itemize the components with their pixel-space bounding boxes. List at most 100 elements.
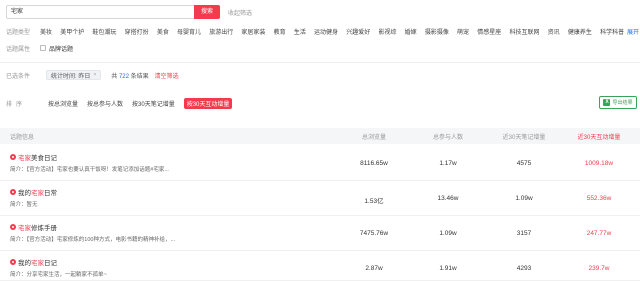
topic-intro: 简介：暂无 bbox=[10, 200, 38, 208]
count-prefix: 共 bbox=[111, 73, 118, 80]
title-rest: 修炼手册 bbox=[31, 225, 57, 232]
close-icon[interactable]: × bbox=[93, 72, 96, 78]
header-participants[interactable]: 总参与人数 bbox=[428, 132, 468, 141]
participants-cell: 1.17w bbox=[439, 160, 457, 167]
category-item[interactable]: 健康养生 bbox=[568, 27, 592, 36]
selected-label: 已选条件 bbox=[6, 73, 31, 80]
category-item[interactable]: 母婴育儿 bbox=[177, 27, 201, 36]
views-cell: 2.87w bbox=[365, 265, 383, 272]
category-item[interactable]: 旅游出行 bbox=[209, 27, 233, 36]
search-button[interactable]: 搜索 bbox=[194, 5, 220, 19]
category-item[interactable]: 兴趣爱好 bbox=[346, 27, 370, 36]
title-prefix: 我的 bbox=[18, 190, 31, 197]
topic-attr-label: 话题属性 bbox=[6, 46, 31, 53]
category-item[interactable]: 影视综 bbox=[378, 27, 396, 36]
topic-intro: 简介：分享宅家生活，一起躺家不孤单~ bbox=[10, 270, 107, 278]
category-item[interactable]: 美妆 bbox=[40, 27, 52, 36]
category-item[interactable]: 情感星座 bbox=[477, 27, 501, 36]
expand-categories-link[interactable]: 展开 bbox=[627, 27, 639, 36]
title-rest: 美食日记 bbox=[31, 155, 57, 162]
table-row[interactable]: 我的 宅家 日常 简介：暂无 1.53亿 13.46w 1.09w 552.36w bbox=[0, 181, 640, 216]
category-item[interactable]: 婚嫁 bbox=[405, 27, 417, 36]
category-item[interactable]: 教育 bbox=[274, 27, 286, 36]
topic-intro: 简介：【官方活动】宅家修炼的100种方式，电影书籍的精神补给，... bbox=[10, 235, 175, 243]
intro-prefix: 简介： bbox=[10, 167, 27, 173]
clear-filters-link[interactable]: 清空筛选 bbox=[155, 71, 179, 80]
sort-row: 排序 按总浏览量 按总参与人数 按30天笔记增量 按30天互动增量 bbox=[6, 97, 241, 109]
category-item[interactable]: 生活 bbox=[294, 27, 306, 36]
header-topic-info: 话题信息 bbox=[10, 134, 35, 141]
stat-time-tag[interactable]: 统计时间: 昨日 × bbox=[46, 70, 102, 80]
intro-text: 【官方活动】宅家也要认真干饭呀！发笔记添加话题#宅家... bbox=[26, 167, 169, 173]
brand-topic-label[interactable]: 品牌话题 bbox=[49, 44, 73, 53]
notes-30d-cell: 4293 bbox=[516, 265, 532, 272]
category-item[interactable]: 家居家装 bbox=[241, 27, 265, 36]
sort-by-notes-30d[interactable]: 按30天笔记增量 bbox=[132, 99, 175, 108]
table-header: 话题信息 总浏览量 总参与人数 近30天笔记增量 近30天互动增量 bbox=[0, 128, 640, 144]
category-item[interactable]: 科学科普 bbox=[600, 27, 624, 36]
category-item[interactable]: 美甲个护 bbox=[60, 27, 84, 36]
notes-30d-cell: 1.09w bbox=[515, 195, 533, 202]
topic-title[interactable]: 宅家 修炼手册 bbox=[10, 222, 57, 232]
topic-icon bbox=[10, 224, 16, 230]
intro-text: 暂无 bbox=[26, 202, 38, 208]
title-keyword: 宅家 bbox=[31, 190, 44, 197]
collapse-filter-link[interactable]: 收起筛选 bbox=[228, 8, 252, 17]
header-notes-30d[interactable]: 近30天笔记增量 bbox=[499, 132, 549, 141]
category-item[interactable]: 美食 bbox=[157, 27, 169, 36]
topic-title[interactable]: 宅家 美食日记 bbox=[10, 152, 57, 162]
category-item[interactable]: 摄影摄像 bbox=[425, 27, 449, 36]
participants-cell: 1.91w bbox=[439, 265, 457, 272]
interact-30d-cell: 247.77w bbox=[586, 230, 612, 237]
title-keyword: 宅家 bbox=[31, 260, 44, 267]
category-item[interactable]: 资讯 bbox=[548, 27, 560, 36]
topic-title[interactable]: 我的 宅家 日记 bbox=[10, 257, 57, 267]
table-row[interactable]: 宅家 修炼手册 简介：【官方活动】宅家修炼的100种方式，电影书籍的精神补给，..… bbox=[0, 216, 640, 251]
intro-text: 分享宅家生活，一起躺家不孤单~ bbox=[26, 272, 107, 278]
excel-icon: X bbox=[603, 99, 611, 106]
sort-by-interact-30d[interactable]: 按30天互动增量 bbox=[183, 97, 233, 109]
stat-time-tag-label: 统计时间: 昨日 bbox=[51, 73, 91, 80]
topic-intro: 简介：【官方活动】宅家也要认真干饭呀！发笔记添加话题#宅家... bbox=[10, 165, 169, 173]
title-keyword: 宅家 bbox=[18, 225, 31, 232]
notes-30d-cell: 4575 bbox=[516, 160, 532, 167]
category-item[interactable]: 科技互联网 bbox=[509, 27, 539, 36]
export-results-button[interactable]: X 导出结果 bbox=[599, 96, 637, 109]
category-item[interactable]: 萌宠 bbox=[457, 27, 469, 36]
notes-30d-cell: 3157 bbox=[516, 230, 532, 237]
count-suffix: 条结果 bbox=[130, 73, 149, 80]
selected-conditions-row: 已选条件 统计时间: 昨日 × 共 722 条结果 清空筛选 bbox=[6, 69, 179, 81]
divider bbox=[0, 62, 640, 63]
sort-by-participants[interactable]: 按总参与人数 bbox=[87, 99, 123, 108]
sort-by-views[interactable]: 按总浏览量 bbox=[48, 99, 78, 108]
category-item[interactable]: 穿搭打扮 bbox=[125, 27, 149, 36]
topic-icon bbox=[10, 189, 16, 195]
table-row[interactable]: 我的 宅家 日记 简介：分享宅家生活，一起躺家不孤单~ 2.87w 1.91w 42… bbox=[0, 251, 640, 281]
result-count: 共 722 条结果 bbox=[111, 71, 148, 80]
views-cell: 7475.76w bbox=[359, 230, 389, 237]
intro-prefix: 简介： bbox=[10, 237, 27, 243]
title-rest: 日记 bbox=[44, 260, 57, 267]
table-row[interactable]: 宅家 美食日记 简介：【官方活动】宅家也要认真干饭呀！发笔记添加话题#宅家... … bbox=[0, 146, 640, 181]
title-rest: 日常 bbox=[44, 190, 57, 197]
topic-title[interactable]: 我的 宅家 日常 bbox=[10, 187, 57, 197]
header-interact-30d[interactable]: 近30天互动增量 bbox=[570, 132, 628, 141]
count-value: 722 bbox=[118, 73, 129, 80]
brand-topic-checkbox[interactable] bbox=[40, 45, 46, 51]
views-cell: 8116.65w bbox=[360, 160, 388, 167]
interact-30d-cell: 1009.18w bbox=[584, 160, 614, 167]
topic-type-row: 话题类型 美妆 美甲个护 鞋包潮玩 穿搭打扮 美食 母婴育儿 旅游出行 家居家装… bbox=[6, 26, 640, 36]
interact-30d-cell: 239.7w bbox=[588, 265, 610, 272]
header-views[interactable]: 总浏览量 bbox=[354, 132, 394, 141]
topic-attr-row: 话题属性 品牌话题 bbox=[6, 43, 73, 53]
export-label: 导出结果 bbox=[612, 100, 633, 106]
views-cell: 1.53亿 bbox=[364, 198, 384, 205]
intro-prefix: 简介： bbox=[10, 202, 27, 208]
category-item[interactable]: 运动健身 bbox=[314, 27, 338, 36]
topic-icon bbox=[10, 154, 16, 160]
search-input[interactable]: 宅家 bbox=[6, 5, 194, 19]
interact-30d-cell: 552.36w bbox=[586, 195, 612, 202]
category-item[interactable]: 鞋包潮玩 bbox=[92, 27, 116, 36]
intro-text: 【官方活动】宅家修炼的100种方式，电影书籍的精神补给，... bbox=[26, 237, 176, 243]
participants-cell: 13.46w bbox=[437, 195, 459, 202]
